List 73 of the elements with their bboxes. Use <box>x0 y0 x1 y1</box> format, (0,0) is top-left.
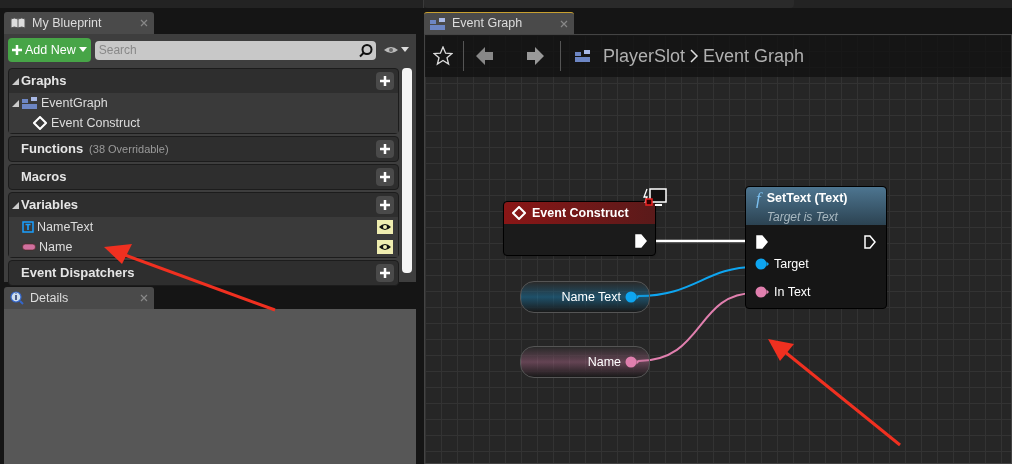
close-icon[interactable] <box>140 294 148 302</box>
diamond-icon <box>512 206 526 220</box>
forward-arrow-icon[interactable] <box>524 45 546 67</box>
caret-icon <box>401 47 409 53</box>
node-title: Event Construct <box>532 204 629 222</box>
plus-icon <box>379 267 391 279</box>
output-pin-icon[interactable] <box>625 291 639 303</box>
expand-triangle-icon[interactable] <box>12 201 19 209</box>
add-button[interactable] <box>376 196 394 214</box>
back-arrow-icon[interactable] <box>474 45 496 67</box>
breadcrumb-current: Event Graph <box>703 44 805 68</box>
pin-label: In Text <box>774 283 811 301</box>
input-pin-icon[interactable] <box>755 258 769 271</box>
search-icon <box>356 40 376 60</box>
plus-icon <box>12 45 22 55</box>
section-note: (38 Overridable) <box>89 141 169 157</box>
info-magnifier-icon <box>10 291 24 305</box>
pill-icon <box>22 243 36 251</box>
caret-icon <box>78 47 87 53</box>
graph-icon <box>22 97 38 109</box>
section-title[interactable]: Functions <box>21 139 84 159</box>
close-icon[interactable] <box>140 19 148 27</box>
node-title: SetText (Text) <box>766 190 848 207</box>
plus-icon <box>379 199 391 211</box>
pin-label: Target <box>774 256 809 273</box>
tree-item[interactable]: EventGraph <box>41 93 108 113</box>
event-graph-tab[interactable]: Event Graph <box>424 12 574 34</box>
section-title[interactable]: Graphs <box>21 71 67 91</box>
star-icon[interactable] <box>433 46 453 66</box>
search-field[interactable]: Search <box>94 40 356 60</box>
visibility-eye-button[interactable] <box>377 240 393 254</box>
text-widget-icon <box>22 221 34 233</box>
plus-icon <box>379 143 391 155</box>
exec-pin-icon[interactable] <box>756 235 768 249</box>
close-icon[interactable] <box>560 19 568 28</box>
exec-pin-icon[interactable] <box>864 235 876 249</box>
scrollbar[interactable] <box>402 68 412 273</box>
input-pin-icon[interactable] <box>755 286 769 299</box>
graph-icon <box>575 50 591 62</box>
section-title[interactable]: Variables <box>21 195 79 215</box>
plus-icon <box>379 171 391 183</box>
exec-pin-icon[interactable] <box>635 234 647 248</box>
tree-item[interactable]: NameText <box>37 217 94 237</box>
breadcrumb-link[interactable]: PlayerSlot <box>603 42 686 70</box>
add-button[interactable] <box>376 140 394 158</box>
output-pin-icon[interactable] <box>625 356 639 368</box>
graph-icon <box>430 17 446 30</box>
expand-triangle-icon[interactable] <box>12 77 19 85</box>
variable-node[interactable]: Name <box>520 346 650 378</box>
tree-item[interactable]: Name <box>39 237 73 257</box>
node-subtitle: Target is Text <box>766 208 839 226</box>
chevron-right-icon <box>689 48 700 64</box>
book-icon <box>10 17 26 29</box>
diamond-icon <box>33 116 47 130</box>
my-blueprint-tab[interactable]: My Blueprint <box>4 12 154 34</box>
add-button[interactable] <box>376 264 394 282</box>
eye-icon <box>383 45 399 55</box>
details-tab[interactable]: Details <box>4 287 154 309</box>
graph-canvas[interactable]: PlayerSlot Event Graph Event Construct Name Text Name f SetText (Text) Target is Text Target In Text <box>424 34 1012 464</box>
event-node[interactable]: Event Construct <box>503 201 656 256</box>
plus-icon <box>379 75 391 87</box>
add-button[interactable] <box>376 72 394 90</box>
expand-triangle-icon[interactable] <box>12 99 19 107</box>
add-button[interactable] <box>376 168 394 186</box>
variable-node[interactable]: Name Text <box>520 281 650 313</box>
function-icon: f <box>756 189 761 209</box>
visibility-eye-button[interactable] <box>377 220 393 234</box>
variable-label: Name Text <box>561 288 621 306</box>
eye-icon <box>378 242 392 252</box>
variable-label: Name <box>587 353 621 371</box>
eye-icon <box>378 222 392 232</box>
section-title[interactable]: Macros <box>21 167 67 187</box>
function-node[interactable]: f SetText (Text) Target is Text Target In Text <box>745 186 887 309</box>
